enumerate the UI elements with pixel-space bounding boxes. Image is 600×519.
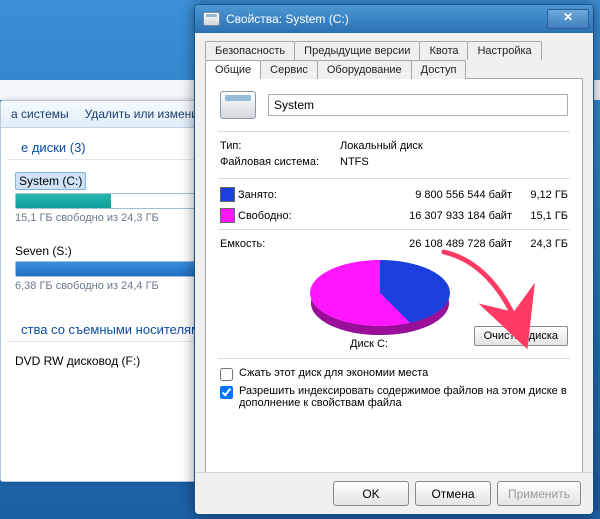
value-capacity-bytes: 26 108 489 728 байт bbox=[316, 238, 512, 250]
volume-icon bbox=[220, 91, 256, 119]
index-label: Разрешить индексировать содержимое файло… bbox=[239, 385, 568, 409]
cancel-button[interactable]: Отмена bbox=[415, 481, 491, 506]
titlebar: Свойства: System (C:) ✕ bbox=[195, 5, 593, 33]
label-free: Свободно: bbox=[238, 210, 316, 222]
index-checkbox[interactable] bbox=[220, 386, 233, 399]
tab-general[interactable]: Общие bbox=[205, 60, 261, 79]
value-free-bytes: 16 307 933 184 байт bbox=[316, 210, 512, 222]
value-used-gb: 9,12 ГБ bbox=[512, 189, 568, 201]
compress-checkbox[interactable] bbox=[220, 368, 233, 381]
value-free-gb: 15,1 ГБ bbox=[512, 210, 568, 222]
value-used-bytes: 9 800 556 544 байт bbox=[316, 189, 512, 201]
disk-cleanup-button[interactable]: Очистка диска bbox=[474, 326, 568, 346]
value-capacity-gb: 24,3 ГБ bbox=[512, 238, 568, 250]
label-capacity: Емкость: bbox=[220, 238, 316, 250]
close-button[interactable]: ✕ bbox=[547, 9, 589, 29]
drive-icon bbox=[203, 12, 220, 26]
compress-label: Сжать этот диск для экономии места bbox=[239, 367, 428, 379]
tab-strip: Безопасность Предыдущие версии Квота Нас… bbox=[205, 41, 583, 79]
used-swatch bbox=[220, 187, 235, 202]
tab-customize[interactable]: Настройка bbox=[467, 41, 541, 60]
disk-label: Диск C: bbox=[350, 338, 388, 350]
apply-button[interactable]: Применить bbox=[497, 481, 581, 506]
tab-quota[interactable]: Квота bbox=[419, 41, 468, 60]
properties-dialog: Свойства: System (C:) ✕ Безопасность Пре… bbox=[194, 4, 594, 515]
tab-sharing[interactable]: Доступ bbox=[411, 60, 467, 79]
label-used: Занято: bbox=[238, 189, 316, 201]
usage-pie-chart bbox=[310, 260, 450, 326]
toolbar-item[interactable]: а системы bbox=[11, 107, 69, 121]
label-type: Тип: bbox=[220, 140, 340, 152]
dialog-title: Свойства: System (C:) bbox=[226, 12, 541, 26]
free-swatch bbox=[220, 208, 235, 223]
dialog-button-bar: OK Отмена Применить bbox=[195, 472, 593, 514]
toolbar-item[interactable]: Удалить или измени bbox=[85, 107, 198, 121]
label-filesystem: Файловая система: bbox=[220, 156, 340, 168]
tab-previous[interactable]: Предыдущие версии bbox=[294, 41, 420, 60]
tab-hardware[interactable]: Оборудование bbox=[317, 60, 412, 79]
tab-security[interactable]: Безопасность bbox=[205, 41, 295, 60]
value-filesystem: NTFS bbox=[340, 156, 568, 168]
value-type: Локальный диск bbox=[340, 140, 568, 152]
ok-button[interactable]: OK bbox=[333, 481, 409, 506]
tab-pane-general: Тип: Локальный диск Файловая система: NT… bbox=[205, 78, 583, 474]
drive-name: System (C:) bbox=[15, 172, 86, 190]
tab-tools[interactable]: Сервис bbox=[260, 60, 318, 79]
volume-name-input[interactable] bbox=[268, 94, 568, 116]
